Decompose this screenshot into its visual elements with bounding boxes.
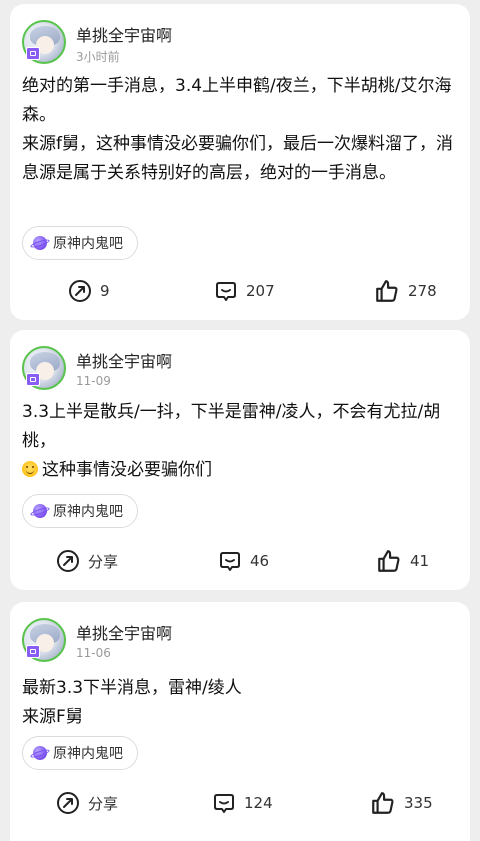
comment-count: 207: [246, 282, 275, 300]
tv-badge-icon: [26, 645, 40, 658]
content-line-text: 这种事情没必要骗你们: [42, 460, 212, 480]
share-label: 分享: [88, 794, 119, 813]
forum-tag-label: 原神内鬼吧: [53, 746, 123, 762]
content-line: 最新3.3下半消息，雷神/绫人: [22, 678, 242, 698]
like-count: 41: [410, 552, 430, 570]
share-button[interactable]: 9: [68, 276, 110, 306]
comment-count: 124: [244, 794, 273, 812]
action-bar: 分享 46 41: [10, 546, 470, 576]
content-line: 来源f舅，这种事情没必要骗你们，最后一次爆料溜了，消息源是属于关系特别好的高层，…: [22, 134, 453, 183]
post-card[interactable]: 单挑全宇宙啊 11-06 最新3.3下半消息，雷神/绫人 来源F舅 原神内鬼吧 …: [10, 602, 470, 841]
like-count: 335: [404, 794, 433, 812]
action-bar: 9 207 278: [10, 276, 470, 306]
post-time: 11-06: [76, 646, 111, 660]
avatar[interactable]: [22, 618, 66, 662]
share-button[interactable]: 分享: [56, 546, 118, 576]
post-content[interactable]: 最新3.3下半消息，雷神/绫人 来源F舅: [22, 674, 456, 732]
planet-icon: [33, 236, 47, 250]
content-line: 绝对的第一手消息，3.4上半申鹤/夜兰，下半胡桃/艾尔海森。: [22, 76, 452, 125]
thumbs-up-icon: [378, 550, 400, 572]
author-name[interactable]: 单挑全宇宙啊: [76, 348, 172, 372]
post-time: 3小时前: [76, 50, 120, 64]
thumbs-up-icon: [376, 280, 398, 302]
share-icon: [69, 280, 91, 302]
share-label: 分享: [88, 552, 119, 571]
comment-count: 46: [250, 552, 270, 570]
tv-badge-icon: [26, 47, 40, 60]
forum-tag[interactable]: 原神内鬼吧: [22, 494, 138, 528]
planet-icon: [33, 504, 47, 518]
post-content[interactable]: 3.3上半是散兵/一抖，下半是雷神/凌人，不会有尤拉/胡桃， 这种事情没必要骗你…: [22, 398, 456, 485]
post-time: 11-09: [76, 374, 111, 388]
content-line: 这种事情没必要骗你们: [22, 456, 456, 485]
forum-tag-label: 原神内鬼吧: [53, 236, 123, 252]
like-button[interactable]: 335: [370, 788, 433, 818]
planet-icon: [33, 746, 47, 760]
like-button[interactable]: 41: [376, 546, 429, 576]
like-count: 278: [408, 282, 437, 300]
author-name[interactable]: 单挑全宇宙啊: [76, 620, 172, 644]
comment-icon: [220, 552, 240, 571]
comment-button[interactable]: 46: [218, 546, 269, 576]
comment-button[interactable]: 207: [214, 276, 275, 306]
forum-tag[interactable]: 原神内鬼吧: [22, 736, 138, 770]
thumbs-up-icon: [372, 792, 394, 814]
share-icon: [57, 792, 79, 814]
share-button[interactable]: 分享: [56, 788, 118, 818]
content-line: 来源F舅: [22, 707, 83, 727]
share-icon: [57, 550, 79, 572]
action-bar: 分享 124 335: [10, 788, 470, 818]
content-line: 3.3上半是散兵/一抖，下半是雷神/凌人，不会有尤拉/胡桃，: [22, 402, 441, 451]
comment-icon: [214, 794, 234, 813]
author-name[interactable]: 单挑全宇宙啊: [76, 22, 172, 46]
post-card[interactable]: 单挑全宇宙啊 11-09 3.3上半是散兵/一抖，下半是雷神/凌人，不会有尤拉/…: [10, 330, 470, 590]
post-card[interactable]: 单挑全宇宙啊 3小时前 绝对的第一手消息，3.4上半申鹤/夜兰，下半胡桃/艾尔海…: [10, 4, 470, 320]
forum-tag[interactable]: 原神内鬼吧: [22, 226, 138, 260]
tv-badge-icon: [26, 373, 40, 386]
comment-button[interactable]: 124: [212, 788, 273, 818]
like-button[interactable]: 278: [374, 276, 437, 306]
share-count: 9: [100, 282, 110, 300]
smile-emoji-icon: [22, 461, 38, 477]
avatar[interactable]: [22, 20, 66, 64]
comment-icon: [216, 282, 236, 301]
post-content[interactable]: 绝对的第一手消息，3.4上半申鹤/夜兰，下半胡桃/艾尔海森。 来源f舅，这种事情…: [22, 72, 456, 188]
forum-tag-label: 原神内鬼吧: [53, 504, 123, 520]
avatar[interactable]: [22, 346, 66, 390]
